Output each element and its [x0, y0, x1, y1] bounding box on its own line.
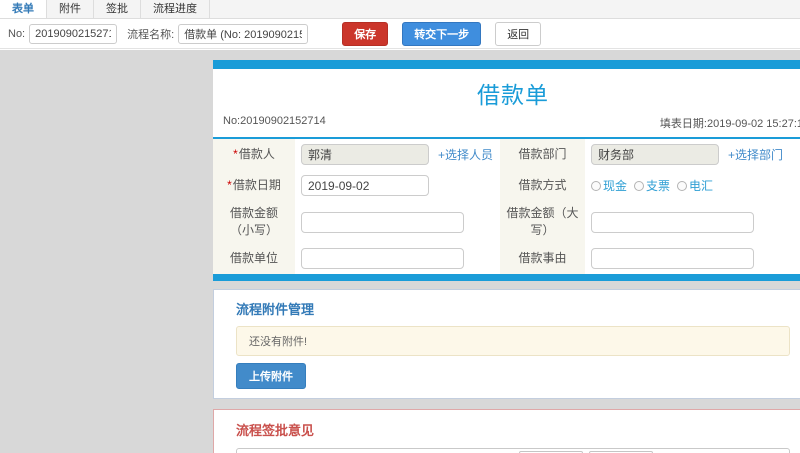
- borrow-date-input[interactable]: [301, 175, 429, 196]
- attachment-heading: 流程附件管理: [236, 302, 315, 317]
- select-person-link[interactable]: +选择人员: [438, 146, 493, 163]
- department-field-cell: +选择部门: [585, 139, 800, 170]
- loan-form-card: 借款单 No:20190902152714 填表日期:2019-09-02 15…: [213, 60, 800, 281]
- radio-wire[interactable]: 电汇: [677, 177, 713, 194]
- borrower-field-cell: +选择人员: [295, 139, 500, 170]
- flow-name-input[interactable]: [178, 23, 309, 44]
- flow-name-label: 流程名称:: [127, 28, 175, 41]
- borrow-unit-input[interactable]: [301, 248, 464, 269]
- radio-icon: [591, 180, 601, 191]
- tab-progress[interactable]: 流程进度: [141, 0, 210, 18]
- borrow-date-label: *借款日期: [213, 170, 295, 201]
- borrow-reason-label: 借款事由: [500, 243, 585, 274]
- editor-toolbar: B I abc: [237, 449, 789, 453]
- form-bottom-bar: [213, 274, 800, 281]
- radio-icon: [677, 180, 688, 191]
- attachment-section: 流程附件管理 还没有附件! 上传附件: [213, 289, 800, 399]
- form-top-bar: [213, 60, 800, 69]
- form-grid: *借款人 +选择人员 借款部门 +选择部门 *借款日期 借款: [213, 139, 800, 274]
- borrow-method-label: 借款方式: [500, 170, 585, 201]
- borrow-reason-input[interactable]: [591, 248, 754, 269]
- amount-lower-field-cell: [295, 201, 500, 243]
- radio-cash[interactable]: 现金: [591, 177, 627, 194]
- borrower-label: *借款人: [213, 139, 295, 170]
- amount-upper-label: 借款金额（大写）: [500, 201, 585, 243]
- form-meta-row: No:20190902152714 填表日期:2019-09-02 15:27:…: [213, 113, 800, 137]
- department-input[interactable]: [591, 144, 719, 165]
- tab-attachment[interactable]: 附件: [47, 0, 94, 18]
- amount-lower-input[interactable]: [301, 211, 464, 233]
- required-marker: *: [227, 178, 232, 192]
- tab-form[interactable]: 表单: [0, 0, 47, 18]
- upload-attachment-button[interactable]: 上传附件: [236, 363, 306, 389]
- form-fill-date-text: 填表日期:2019-09-02 15:27:1: [659, 118, 800, 130]
- amount-upper-input[interactable]: [591, 211, 754, 233]
- borrow-method-field-cell: 现金 支票 电汇: [585, 170, 800, 201]
- required-marker: *: [233, 147, 238, 161]
- rich-text-editor: B I abc: [236, 448, 790, 453]
- no-attachment-alert: 还没有附件!: [236, 326, 790, 356]
- borrow-unit-field-cell: [295, 243, 500, 274]
- department-label: 借款部门: [500, 139, 585, 170]
- amount-lower-label: 借款金额（小写）: [213, 201, 295, 243]
- approval-section: 流程签批意见 B I abc: [213, 409, 800, 453]
- radio-icon: [634, 180, 645, 191]
- borrow-reason-field-cell: [585, 243, 800, 274]
- borrower-input[interactable]: [301, 144, 429, 165]
- back-button[interactable]: 返回: [495, 21, 542, 46]
- form-title: 借款单: [477, 82, 549, 108]
- tab-bar: 表单 附件 签批 流程进度: [0, 0, 800, 19]
- command-bar: No: 流程名称: 保存 转交下一步 返回: [0, 19, 800, 49]
- amount-upper-field-cell: [585, 201, 800, 243]
- save-button[interactable]: 保存: [342, 21, 389, 46]
- no-input[interactable]: [29, 23, 118, 44]
- borrow-date-field-cell: [295, 170, 500, 201]
- borrow-unit-label: 借款单位: [213, 243, 295, 274]
- borrow-method-radio-group: 现金 支票 电汇: [591, 177, 713, 194]
- no-label: No:: [8, 27, 26, 40]
- workspace-background: 借款单 No:20190902152714 填表日期:2019-09-02 15…: [0, 50, 800, 453]
- select-department-link[interactable]: +选择部门: [728, 146, 783, 163]
- form-no-text: No:20190902152714: [223, 115, 326, 127]
- radio-check[interactable]: 支票: [634, 177, 670, 194]
- approval-heading: 流程签批意见: [236, 423, 315, 438]
- document-panel: 借款单 No:20190902152714 填表日期:2019-09-02 15…: [213, 60, 800, 453]
- tab-approval[interactable]: 签批: [94, 0, 141, 18]
- next-step-button[interactable]: 转交下一步: [402, 21, 482, 46]
